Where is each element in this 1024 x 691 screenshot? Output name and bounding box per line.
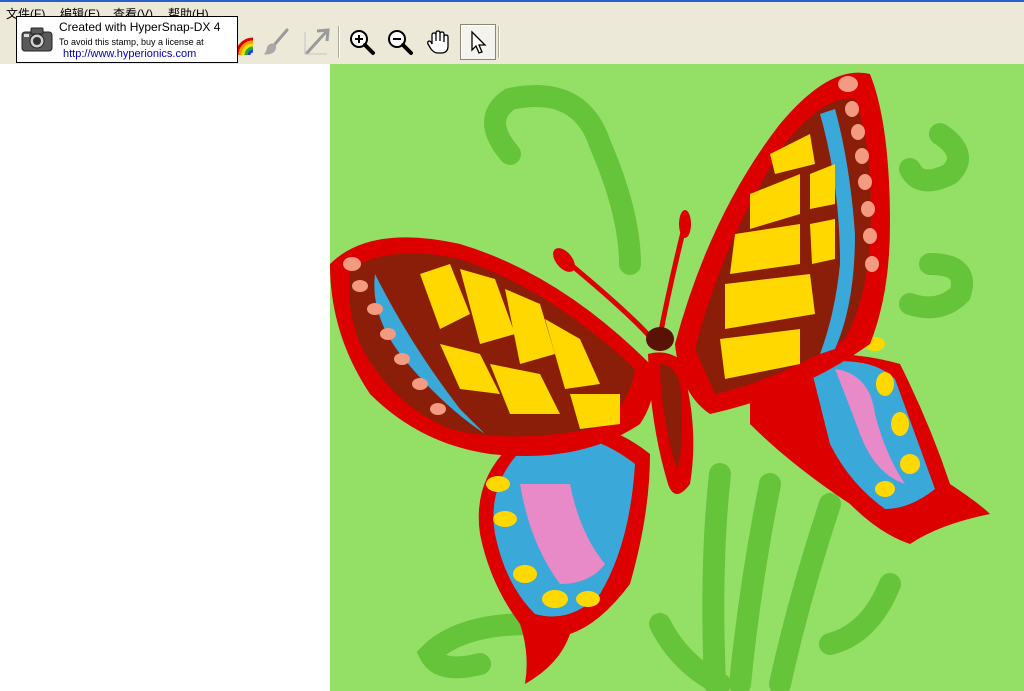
zoom-out-button[interactable] [382,24,418,60]
stamp-link[interactable]: http://www.hyperionics.com [63,48,196,60]
line-arrow-icon [304,28,330,56]
pointer-arrow-icon [471,30,487,54]
zoom-in-button[interactable] [344,24,380,60]
hand-icon [427,30,449,54]
stamp-title: Created with HyperSnap-DX 4 [59,20,221,34]
butterfly-head [646,327,674,351]
brush-tool-button[interactable] [258,24,294,60]
rainbow-icon [235,37,254,56]
toolbar-separator [498,26,500,58]
hand-pan-button[interactable] [420,24,456,60]
brush-icon [264,28,289,55]
stamp-notice: To avoid this stamp, buy a license at [59,37,204,47]
side-panel [0,64,330,691]
zoom-in-icon [350,30,375,55]
zoom-out-icon [388,30,413,55]
camera-icon [21,27,53,52]
toolbar-separator [338,26,340,58]
hypersnap-stamp: Created with HyperSnap-DX 4 To avoid thi… [16,16,238,63]
line-tool-button[interactable] [298,24,334,60]
butterfly-image [330,72,990,691]
select-pointer-button[interactable] [460,24,496,60]
image-canvas[interactable] [330,64,1024,691]
